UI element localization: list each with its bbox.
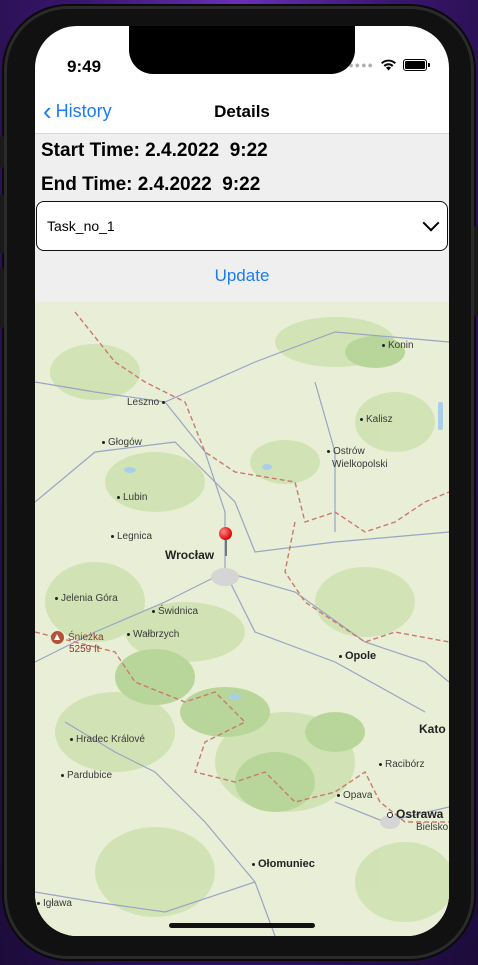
- map-label-pardubice: Pardubice: [61, 770, 112, 781]
- details-panel: Start Time: 2.4.2022 9:22 End Time: 2.4.…: [35, 134, 449, 302]
- map-label-sniezka-height: 5259 ft: [69, 644, 100, 655]
- map-label-olomuniec: Ołomuniec: [252, 858, 315, 870]
- end-time-label: End Time: 2.4.2022 9:22: [41, 174, 261, 195]
- mute-switch: [0, 136, 4, 168]
- start-time-label: Start Time: 2.4.2022 9:22: [41, 140, 268, 161]
- map-label-wielkopolski: Wielkopolski: [332, 459, 388, 470]
- map-label-wroclaw: Wrocław: [165, 548, 215, 562]
- mountain-icon: [51, 631, 64, 644]
- map-label-jelenia-gora: Jelenia Góra: [55, 593, 118, 604]
- map-label-kato: Kato: [419, 722, 446, 736]
- notch: [129, 26, 355, 74]
- map-label-swidnica: Świdnica: [152, 606, 198, 617]
- map-label-opole: Opole: [339, 650, 376, 662]
- map-label-walbrzych: Wałbrzych: [127, 629, 179, 640]
- map-label-lubin: Lubin: [117, 492, 147, 503]
- map-label-ostrow: Ostrów: [327, 446, 365, 457]
- status-time: 9:49: [67, 57, 102, 76]
- volume-up-button: [0, 194, 4, 254]
- status-icons: ●●●●: [348, 59, 430, 71]
- wifi-icon: [381, 59, 396, 71]
- map-label-leszno: Leszno: [127, 397, 168, 408]
- navigation-bar: ‹ History Details: [35, 90, 449, 134]
- map-view[interactable]: Konin Leszno Kalisz Głogów Ostrów Wielko…: [35, 302, 449, 936]
- cellular-signal-icon: ●●●●: [348, 60, 374, 70]
- map-label-hradec: Hradec Králové: [70, 734, 145, 745]
- map-label-konin: Konin: [382, 340, 414, 351]
- update-button[interactable]: Update: [35, 266, 449, 286]
- map-label-bielsko: Bielsko: [416, 822, 449, 833]
- map-terrain: [35, 311, 449, 936]
- power-button: [474, 226, 478, 316]
- task-select-value: Task_no_1: [47, 218, 115, 234]
- task-select[interactable]: Task_no_1: [36, 201, 448, 251]
- map-label-opava: Opava: [337, 790, 372, 801]
- map-label-glogow: Głogów: [102, 437, 142, 448]
- map-label-raciborz: Racibórz: [379, 759, 424, 770]
- screen: 9:49 ●●●● ‹ History Details Start Time: …: [35, 26, 449, 936]
- volume-down-button: [0, 268, 4, 328]
- map-label-legnica: Legnica: [111, 531, 152, 542]
- location-pin-icon[interactable]: [219, 527, 233, 557]
- map-label-kalisz: Kalisz: [360, 414, 393, 425]
- map-label-iglawa: Igława: [37, 898, 72, 909]
- chevron-down-icon: [422, 214, 440, 232]
- map-label-ostrawa: Ostrawa: [387, 807, 443, 821]
- map-label-sniezka: Śnieżka: [51, 631, 104, 644]
- home-indicator[interactable]: [169, 923, 315, 928]
- battery-icon: [403, 59, 430, 71]
- phone-frame: 9:49 ●●●● ‹ History Details Start Time: …: [0, 6, 478, 959]
- page-title: Details: [214, 102, 270, 121]
